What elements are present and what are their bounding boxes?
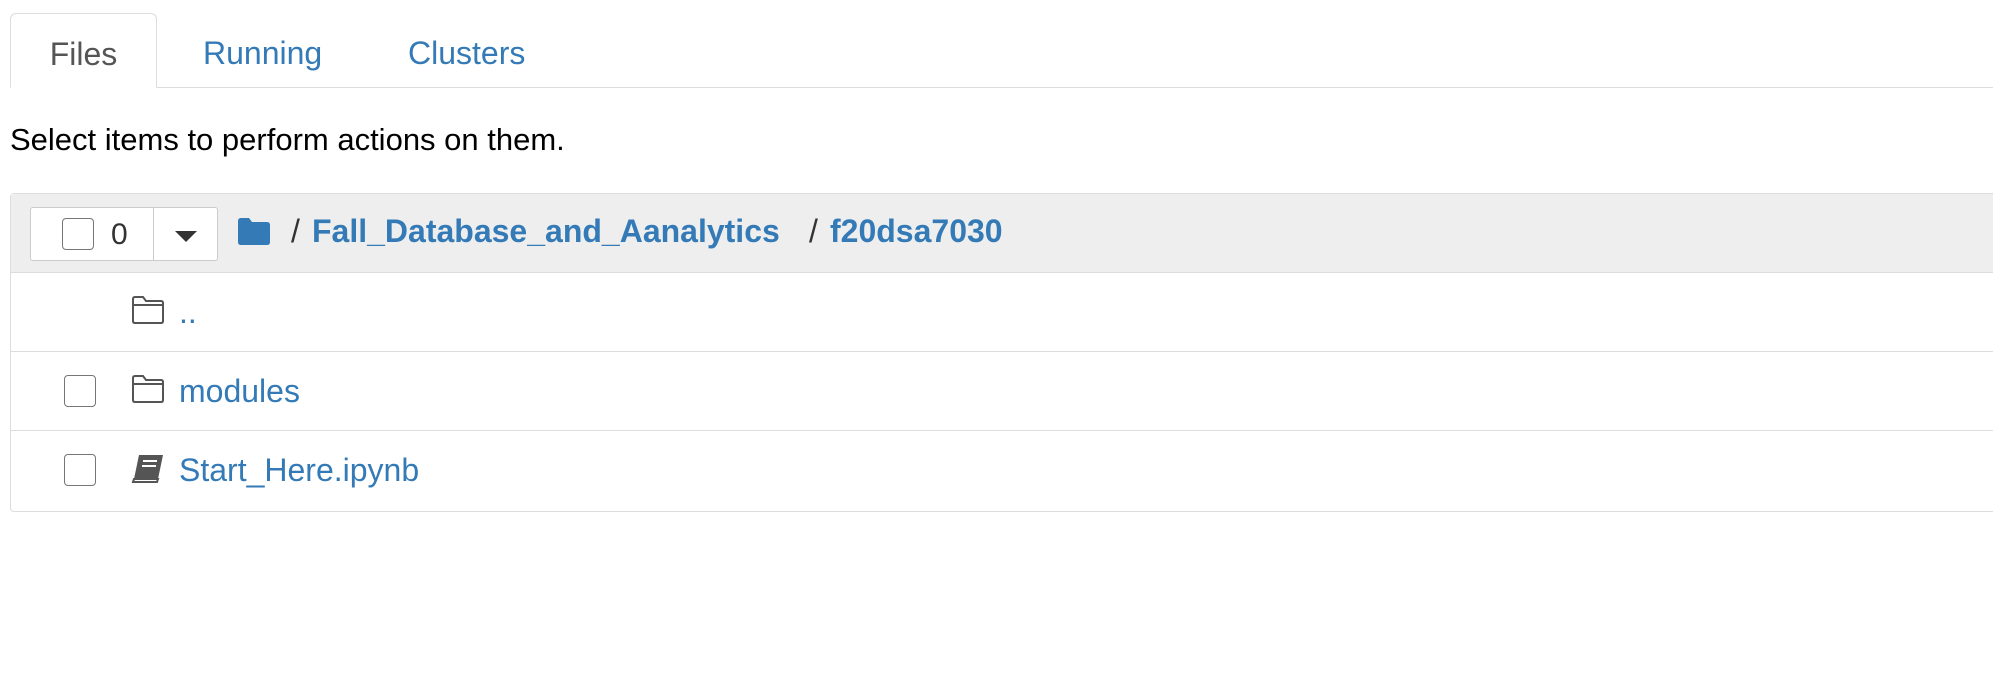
list-item-modules[interactable]: modules	[11, 352, 1993, 431]
select-all-checkbox[interactable]	[62, 218, 94, 250]
caret-down-icon	[175, 231, 197, 242]
tab-files[interactable]: Files	[10, 13, 157, 88]
select-menu-dropdown[interactable]	[155, 208, 217, 260]
item-checkbox[interactable]	[64, 375, 96, 407]
folder-outline-icon	[132, 296, 164, 324]
item-name-link[interactable]: modules	[179, 371, 300, 411]
breadcrumb-separator: /	[291, 213, 300, 249]
list-item-start-here[interactable]: Start_Here.ipynb	[11, 431, 1993, 511]
tab-running[interactable]: Running	[203, 13, 322, 88]
instructions-text: Select items to perform actions on them.	[10, 122, 565, 157]
item-name-link[interactable]: Start_Here.ipynb	[179, 450, 419, 490]
selected-count: 0	[111, 218, 128, 251]
select-all-button[interactable]: 0	[31, 208, 154, 260]
item-checkbox[interactable]	[64, 454, 96, 486]
breadcrumb-fall-database[interactable]: Fall_Database_and_Aanalytics	[312, 211, 780, 251]
item-name-link[interactable]: ..	[179, 292, 197, 332]
folder-icon[interactable]	[237, 217, 271, 246]
list-item-parent[interactable]: ..	[11, 273, 1993, 352]
breadcrumb-separator: /	[809, 213, 818, 249]
folder-outline-icon	[132, 375, 164, 403]
select-all-control: 0	[30, 207, 218, 261]
tab-clusters[interactable]: Clusters	[408, 13, 525, 88]
tab-bar: Files Running Clusters	[0, 0, 1993, 88]
breadcrumb-f20dsa7030[interactable]: f20dsa7030	[830, 211, 1003, 251]
file-list-header: 0 / Fall_Database_and_Aanalytics / f20ds…	[11, 194, 1993, 273]
notebook-icon	[131, 455, 163, 483]
file-list-panel: 0 / Fall_Database_and_Aanalytics / f20ds…	[10, 193, 1993, 512]
